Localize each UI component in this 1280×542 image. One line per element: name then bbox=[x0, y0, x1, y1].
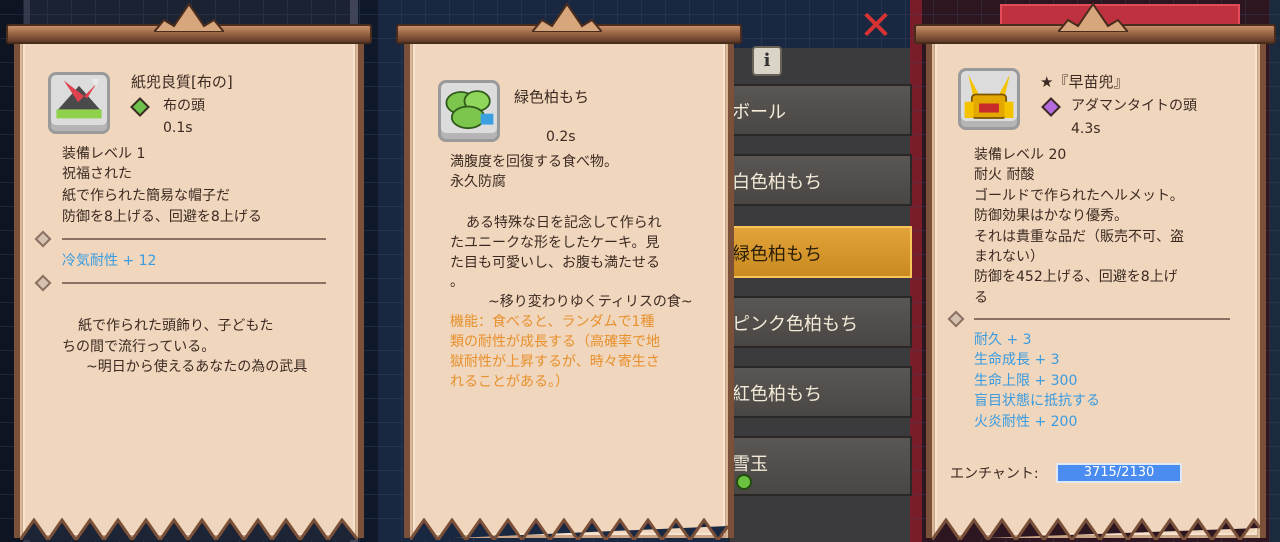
item-desc-line: まれない） bbox=[974, 249, 1044, 265]
card-crown-ornament bbox=[154, 2, 224, 32]
item-level: 装備レベル 1 bbox=[62, 146, 146, 162]
item-name: ★『早苗兜』 bbox=[1040, 73, 1129, 91]
item-desc-line: それは貴重な品だ（販売不可、盗 bbox=[974, 229, 1184, 245]
info-button[interactable]: i bbox=[752, 46, 782, 76]
item-name: 緑色柏もち bbox=[514, 88, 590, 106]
enchant-line: 冷気耐性 + 12 bbox=[62, 253, 157, 269]
item-name: 紙兜良質[布の] bbox=[131, 73, 233, 91]
card-bottom-edge bbox=[410, 518, 728, 540]
list-item-selected[interactable]: 緑色柏もち bbox=[730, 226, 912, 278]
divider bbox=[974, 318, 1230, 320]
item-list-panel: ボール 白色柏もち 緑色柏もち ピンク色柏もち 紅色柏もち 雪玉 bbox=[728, 48, 912, 542]
description-line: 。 bbox=[450, 274, 464, 290]
item-resistances: 耐火 耐酸 bbox=[974, 167, 1035, 183]
item-weight: 0.1s bbox=[163, 120, 193, 136]
function-note-line: 獄耐性が上昇するが、時々寄生さ bbox=[450, 354, 660, 370]
card-bottom-edge bbox=[932, 518, 1260, 540]
item-preservation: 永久防腐 bbox=[450, 174, 506, 190]
card-crown-ornament bbox=[532, 2, 602, 32]
enchant-line: 火炎耐性 + 200 bbox=[974, 414, 1078, 430]
list-item-label: ピンク色柏もち bbox=[732, 314, 858, 335]
enchant-progress-value: 3715/2130 bbox=[1083, 465, 1155, 480]
list-item[interactable]: 白色柏もち bbox=[730, 154, 912, 206]
item-desc-line: 防御効果はかなり優秀。 bbox=[974, 208, 1128, 224]
flavor-quote: ~移り変わりゆくティリスの食~ bbox=[488, 294, 693, 310]
enchant-label: エンチャント: bbox=[950, 466, 1039, 482]
flavor-text-line: ちの間で流行っている。 bbox=[62, 339, 216, 355]
description-line: ある特殊な日を記念して作られ bbox=[466, 215, 662, 231]
enchant-line: 盲目状態に抵抗する bbox=[974, 393, 1100, 409]
function-note-line: 機能：食べると、ランダムで1種 bbox=[450, 314, 655, 330]
description-line: たユニークな形をしたケーキ。見 bbox=[450, 235, 660, 251]
list-item-label: 紅色柏もち bbox=[732, 384, 822, 405]
close-button[interactable]: ✕ bbox=[856, 6, 896, 46]
list-item-label: ボール bbox=[732, 102, 786, 123]
divider bbox=[62, 238, 326, 240]
flavor-text-line: 紙で作られた頭飾り、子どもた bbox=[78, 318, 274, 334]
paper-helmet-icon bbox=[48, 72, 110, 134]
item-level: 装備レベル 20 bbox=[974, 147, 1067, 163]
item-blessing: 祝福された bbox=[62, 166, 132, 182]
divider bbox=[62, 282, 326, 284]
list-item[interactable]: 紅色柏もち bbox=[730, 366, 912, 418]
list-item-label: 白色柏もち bbox=[732, 172, 822, 193]
list-item[interactable]: 雪玉 bbox=[730, 436, 912, 496]
list-item[interactable]: ピンク色柏もち bbox=[730, 296, 912, 348]
item-weight: 4.3s bbox=[1071, 121, 1101, 137]
green-orb-icon bbox=[736, 474, 752, 490]
item-desc-line: 満腹度を回復する食べ物。 bbox=[450, 154, 618, 170]
function-note-line: れることがある。） bbox=[450, 374, 569, 390]
item-weight: 0.2s bbox=[546, 129, 576, 145]
item-desc-line: 紙で作られた簡易な帽子だ bbox=[62, 188, 230, 204]
function-note-line: 類の耐性が成長する（高確率で地 bbox=[450, 334, 660, 350]
kashiwa-mochi-icon bbox=[438, 80, 500, 142]
item-desc-line: ゴールドで作られたヘルメット。 bbox=[974, 188, 1184, 204]
list-item[interactable]: ボール bbox=[730, 84, 912, 136]
enchant-line: 生命上限 + 300 bbox=[974, 373, 1078, 389]
item-slot: アダマンタイトの頭 bbox=[1071, 98, 1197, 114]
item-stats-line: 防御を452上げる、回避を8上げ bbox=[974, 269, 1178, 285]
enchant-line: 生命成長 + 3 bbox=[974, 352, 1060, 368]
item-stats-line: る bbox=[974, 290, 988, 306]
card-bottom-edge bbox=[20, 518, 358, 540]
enchant-progress-bar: 3715/2130 bbox=[1056, 463, 1182, 483]
gold-kabuto-icon bbox=[958, 68, 1020, 130]
list-item-label: 雪玉 bbox=[732, 454, 768, 475]
card-crown-ornament bbox=[1058, 2, 1128, 32]
enchant-line: 耐久 + 3 bbox=[974, 332, 1032, 348]
description-line: た目も可愛いし、お腹も満たせる bbox=[450, 255, 660, 271]
item-stats-line: 防御を8上げる、回避を8上げる bbox=[62, 209, 262, 225]
item-slot: 布の頭 bbox=[163, 98, 205, 114]
flavor-text-line: ~明日から使えるあなたの為の武具 bbox=[86, 359, 308, 375]
list-item-label: 緑色柏もち bbox=[732, 244, 822, 265]
